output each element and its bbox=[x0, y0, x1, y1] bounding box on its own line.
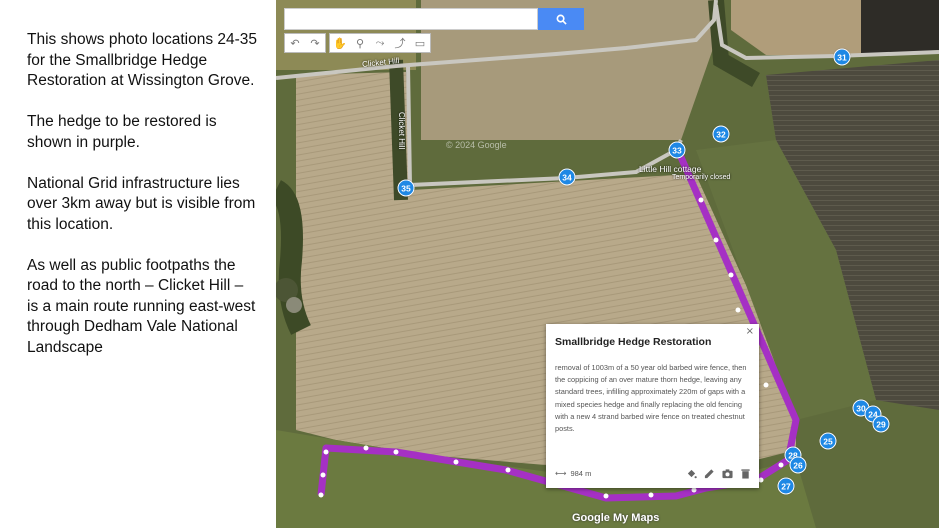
delete-icon[interactable] bbox=[739, 467, 751, 479]
photo-marker-34[interactable]: 34 bbox=[558, 168, 576, 186]
photo-marker-35[interactable]: 35 bbox=[397, 179, 415, 197]
description-paragraph-3: National Grid infrastructure lies over 3… bbox=[27, 174, 256, 233]
measure-icon: ⟷ bbox=[555, 468, 567, 478]
search-icon bbox=[556, 14, 567, 25]
popup-title: Smallbridge Hedge Restoration bbox=[555, 336, 712, 348]
popup-actions bbox=[685, 467, 751, 479]
camera-icon[interactable] bbox=[721, 467, 733, 479]
place-label[interactable]: Little Hill cottage bbox=[639, 164, 701, 174]
feature-info-popup: × Smallbridge Hedge Restoration removal … bbox=[546, 324, 759, 488]
paint-icon[interactable] bbox=[685, 467, 697, 479]
map-view[interactable]: Clicket Hill Clicket Hill Little Hill co… bbox=[276, 0, 939, 528]
photo-marker-26[interactable]: 26 bbox=[789, 456, 807, 474]
undo-icon[interactable]: ↶ bbox=[285, 34, 305, 52]
popup-length: 984 m bbox=[570, 468, 592, 478]
place-sublabel: Temporarily closed bbox=[672, 174, 731, 181]
description-paragraph-2: The hedge to be restored is shown in pur… bbox=[27, 113, 217, 151]
description-paragraph-4: As well as public footpaths the road to … bbox=[27, 256, 256, 356]
redo-icon[interactable]: ↷ bbox=[305, 34, 325, 52]
popup-footer: ⟷ 984 m bbox=[555, 466, 751, 480]
description-paragraph-1: This shows photo locations 24-35 for the… bbox=[27, 31, 258, 89]
photo-marker-29[interactable]: 29 bbox=[872, 415, 890, 433]
road-label-clicket-hill-side: Clicket Hill bbox=[397, 112, 406, 150]
directions-icon[interactable]: ⤴ bbox=[390, 34, 410, 52]
search-input[interactable] bbox=[284, 8, 538, 30]
photo-marker-25[interactable]: 25 bbox=[819, 432, 837, 450]
popup-close-button[interactable]: × bbox=[746, 326, 754, 337]
photo-marker-33[interactable]: 33 bbox=[668, 141, 686, 159]
edit-icon[interactable] bbox=[703, 467, 715, 479]
photo-marker-32[interactable]: 32 bbox=[712, 125, 730, 143]
hand-icon[interactable]: ✋ bbox=[330, 34, 350, 52]
popup-description: removal of 1003m of a 50 year old barbed… bbox=[555, 363, 747, 434]
photo-marker-31[interactable]: 31 bbox=[833, 48, 851, 66]
photo-marker-27[interactable]: 27 bbox=[777, 477, 795, 495]
map-toolbar: ↶ ↷ ✋ ⚲ ⤳ ⤴ ▭ bbox=[284, 33, 431, 53]
google-my-maps-logo: Google My Maps bbox=[572, 512, 660, 524]
search-button[interactable] bbox=[538, 8, 584, 30]
history-tool-group: ↶ ↷ bbox=[284, 33, 326, 53]
marker-icon[interactable]: ⚲ bbox=[350, 34, 370, 52]
line-icon[interactable]: ⤳ bbox=[370, 34, 390, 52]
description-panel: This shows photo locations 24-35 for the… bbox=[0, 0, 276, 528]
ruler-icon[interactable]: ▭ bbox=[410, 34, 430, 52]
drawing-tool-group: ✋ ⚲ ⤳ ⤴ ▭ bbox=[329, 33, 431, 53]
map-watermark: © 2024 Google bbox=[446, 140, 507, 150]
